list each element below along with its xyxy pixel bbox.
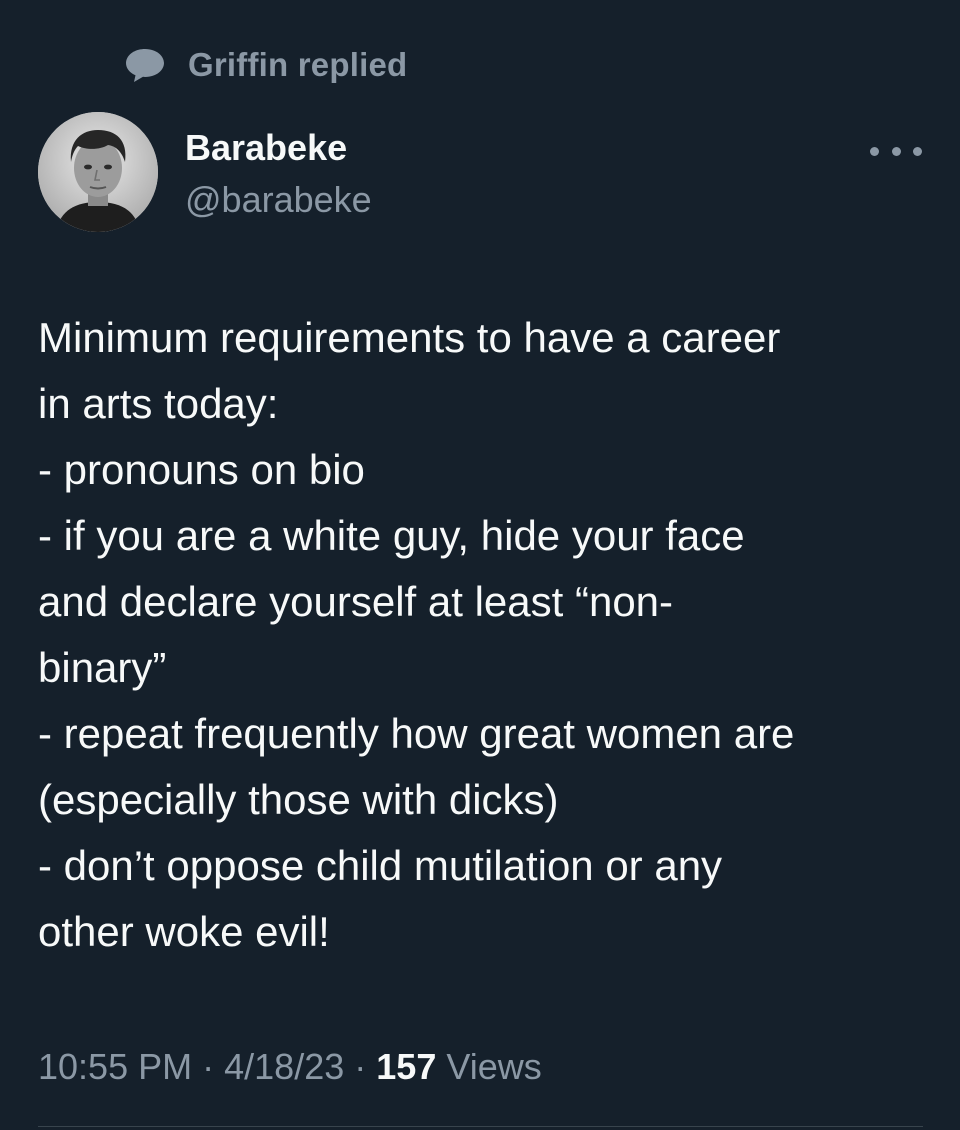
tweet-line: - repeat frequently how great women are — [38, 710, 795, 757]
tweet-line: - if you are a white guy, hide your face — [38, 512, 745, 559]
views-count[interactable]: 157 — [376, 1046, 436, 1087]
reply-context-label: Griffin replied — [188, 46, 408, 83]
tweet-time[interactable]: 10:55 PM — [38, 1046, 192, 1087]
tweet-line: other woke evil! — [38, 908, 330, 955]
meta-separator: · — [202, 1046, 215, 1087]
author-display-name[interactable]: Barabeke — [185, 126, 347, 170]
tweet-line: binary” — [38, 644, 167, 691]
tweet-text: Minimum requirements to have a career in… — [38, 305, 938, 965]
tweet-line: - don’t oppose child mutilation or any — [38, 842, 723, 889]
tweet-line: Minimum requirements to have a career — [38, 314, 781, 361]
tweet-line: and declare yourself at least “non- — [38, 578, 674, 625]
meta-separator: · — [354, 1046, 367, 1087]
tweet-line: (especially those with dicks) — [38, 776, 559, 823]
tweet-line: - pronouns on bio — [38, 446, 365, 493]
speech-bubble-icon — [124, 46, 166, 84]
tweet-date[interactable]: 4/18/23 — [224, 1046, 344, 1087]
divider — [38, 1126, 923, 1127]
more-dot — [870, 146, 879, 156]
tweet-meta: 10:55 PM · 4/18/23 · 157 Views — [38, 1042, 542, 1092]
more-dot — [891, 146, 901, 156]
author-handle[interactable]: @barabeke — [185, 178, 372, 222]
avatar[interactable] — [38, 112, 158, 232]
views-label[interactable]: Views — [446, 1046, 541, 1087]
more-dot — [913, 146, 922, 156]
reply-context[interactable]: Griffin replied — [124, 44, 407, 86]
more-dots-icon[interactable] — [870, 136, 922, 166]
tweet-line: in arts today: — [38, 380, 279, 427]
